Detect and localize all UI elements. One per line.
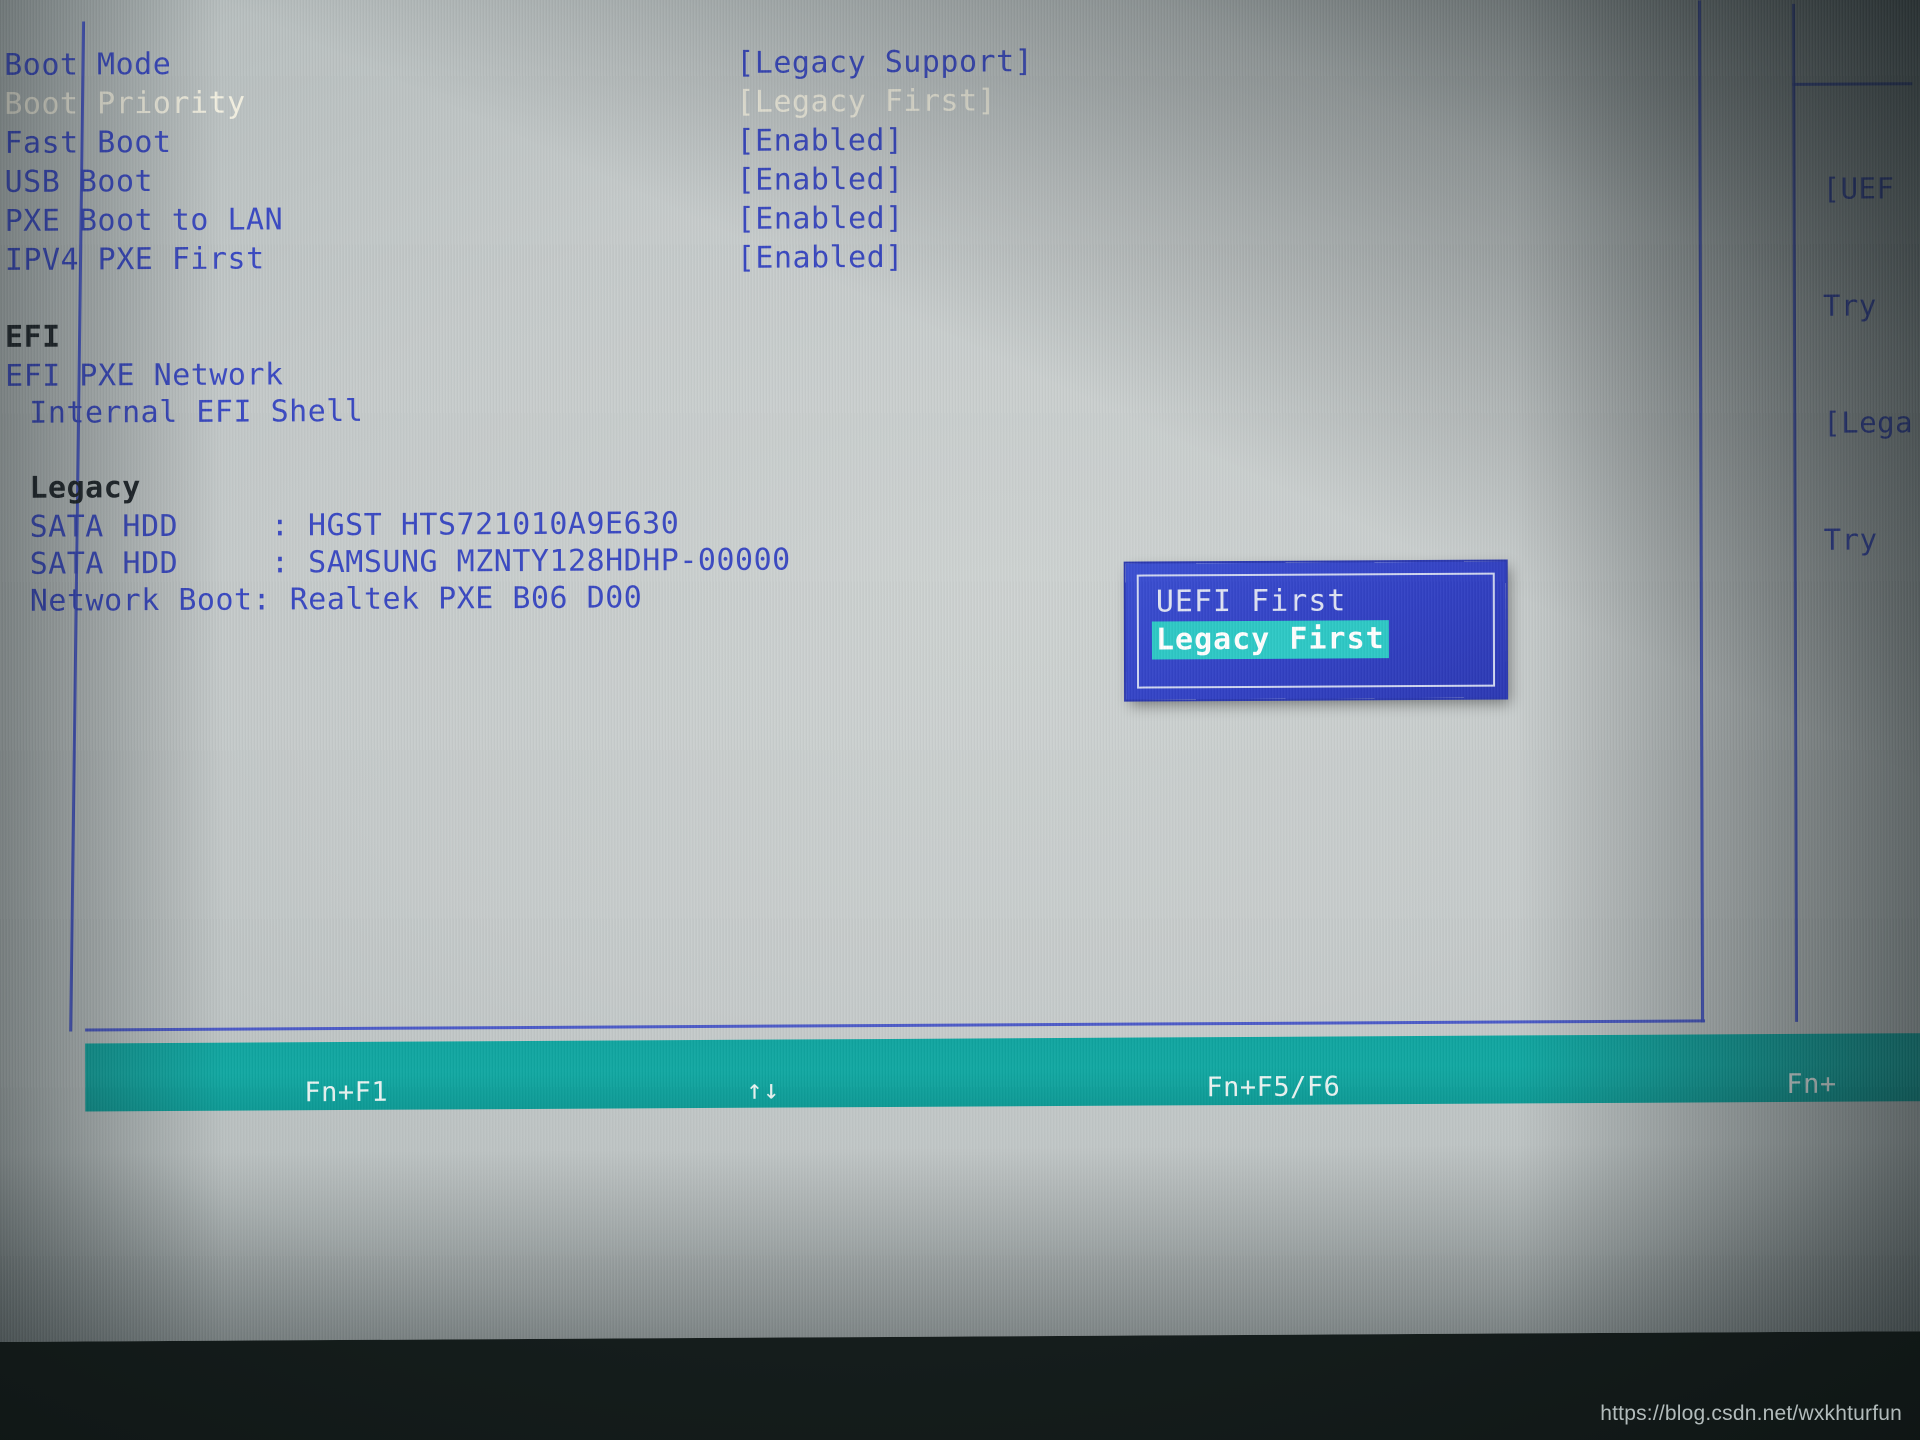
hotkey-key: Fn+F5/F6: [1206, 1071, 1374, 1104]
setting-value[interactable]: [Enabled]: [737, 201, 904, 237]
hotkey-key: Enter: [1206, 1105, 1374, 1112]
setting-value[interactable]: [Enabled]: [737, 240, 904, 276]
hotkey-key: ←→: [746, 1108, 914, 1112]
help-pane-rule: [1792, 82, 1913, 86]
hotkey-column: Fn+F5/F6 Change Values Enter Select ▶ Su…: [1005, 1036, 1474, 1111]
hotkey-key: ↑↓: [746, 1073, 914, 1106]
setting-label: USB Boot: [4, 164, 154, 200]
setting-label: Boot Priority: [4, 85, 246, 122]
hotkey-column: ↑↓ Select Item ←→ Select Menu: [545, 1039, 931, 1112]
help-line: [UEF: [1822, 171, 1895, 206]
setting-value[interactable]: [Enabled]: [736, 123, 903, 159]
setting-label: Fast Boot: [4, 124, 172, 161]
help-pane-divider: [1792, 3, 1799, 1022]
bios-setup-screen: Boot Mode [Legacy Support] Boot Priority…: [0, 0, 1920, 1342]
setting-label: Boot Mode: [4, 46, 172, 83]
setting-label: IPV4 PXE First: [4, 241, 265, 278]
hotkey-key: Fn+: [1786, 1102, 1920, 1112]
hotkey-row[interactable]: ↑↓ Select Item: [545, 1039, 931, 1112]
frame-border-right: [1698, 0, 1705, 1023]
hotkey-row[interactable]: Fn+F5/F6 Change Values: [1005, 1036, 1474, 1111]
watermark: https://blog.csdn.net/wxkhturfun: [1600, 1402, 1902, 1425]
boot-priority-popup[interactable]: UEFI First Legacy First: [1125, 561, 1507, 700]
popup-option-legacy-first[interactable]: Legacy First: [1151, 620, 1389, 660]
setting-value[interactable]: [Legacy Support]: [736, 44, 1033, 81]
frame-border-bottom: [85, 1019, 1706, 1032]
hotkey-key: Fn+F1: [304, 1076, 472, 1109]
hotkey-desc: Select Item: [746, 1108, 930, 1112]
monitor-photo: Boot Mode [Legacy Support] Boot Priority…: [0, 0, 1920, 1440]
setting-value[interactable]: [Enabled]: [737, 162, 904, 198]
setting-value[interactable]: [Legacy First]: [736, 83, 996, 119]
popup-option-uefi-first[interactable]: UEFI First: [1152, 582, 1351, 621]
hotkey-column: Fn+F1 Help Esc Exit: [103, 1041, 472, 1112]
help-line: Try: [1823, 522, 1896, 557]
hotkey-desc: Change Values: [1206, 1105, 1424, 1111]
hotkey-row[interactable]: Fn+F1 Help: [103, 1041, 472, 1112]
boot-settings-list: Boot Mode [Legacy Support] Boot Priority…: [4, 41, 1686, 623]
hotkey-status-bar: Fn+F1 Help Esc Exit ↑↓ Select Item: [85, 1033, 1920, 1112]
hotkey-key: Esc: [304, 1110, 472, 1112]
hotkey-desc: Help: [304, 1111, 371, 1112]
hotkey-key: Fn+: [1786, 1068, 1837, 1100]
help-line: Try: [1822, 288, 1895, 323]
hotkey-row[interactable]: Fn+: [1585, 1033, 1920, 1100]
setting-label: PXE Boot to LAN: [4, 202, 284, 239]
lcd-screen: Boot Mode [Legacy Support] Boot Priority…: [0, 0, 1920, 1342]
help-line: [Lega: [1823, 405, 1914, 440]
help-pane: [UEF Try [Lega Try: [1822, 91, 1920, 638]
hotkey-column: Fn+ Fn+: [1585, 1033, 1920, 1112]
